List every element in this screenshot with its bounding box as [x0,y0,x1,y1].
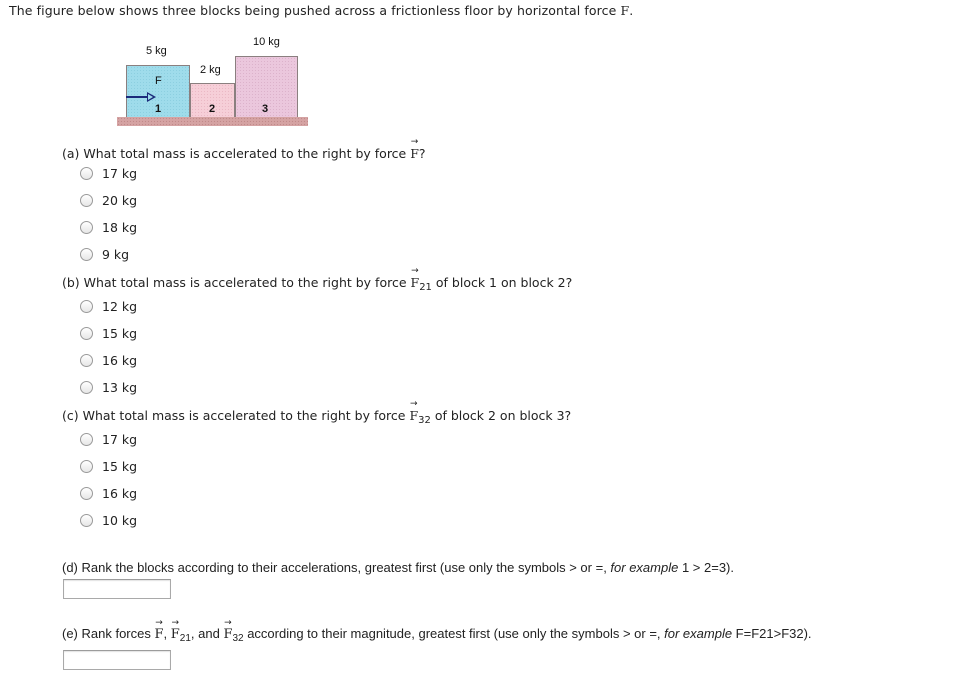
block-3-mass-label: 10 kg [253,36,280,48]
question-b: (b) What total mass is accelerated to th… [62,266,573,293]
option-label: 9 kg [102,247,130,262]
option-label: 15 kg [102,326,138,341]
question-e: (e) Rank forces F, F21, and F32 accordin… [62,618,812,644]
option-b-2[interactable]: 15 kg [80,326,137,341]
force-vector-F21: F [411,266,420,290]
option-label: 10 kg [102,513,138,528]
question-d-text: (d) Rank the blocks according to their a… [62,560,611,575]
block-1-mass-label: 5 kg [146,45,167,57]
option-label: 12 kg [102,299,138,314]
blocks-figure: 5 kg 2 kg 10 kg F 1 2 3 [117,33,309,128]
question-e-body: according to their magnitude, greatest f… [243,626,665,641]
radio-button[interactable] [80,194,93,207]
force-arrow-icon [147,92,156,102]
radio-button[interactable] [80,300,93,313]
question-e-example: F=F21>F32). [732,626,812,641]
option-b-4[interactable]: 13 kg [80,380,137,395]
separator: , and [190,626,224,641]
force-vector-F: F [410,137,419,161]
option-label: 17 kg [102,166,138,181]
force-vector-F32: F [223,618,232,642]
question-a: (a) What total mass is accelerated to th… [62,137,426,161]
radio-button[interactable] [80,381,93,394]
radio-button[interactable] [80,354,93,367]
subscript-21: 21 [419,282,432,293]
subscript-32: 32 [232,633,244,644]
answer-e-input[interactable] [63,650,171,670]
option-label: 16 kg [102,486,138,501]
radio-button[interactable] [80,433,93,446]
answer-d-input[interactable] [63,579,171,599]
block-2-number: 2 [209,103,216,115]
option-label: 13 kg [102,380,138,395]
block-3-number: 3 [262,103,269,115]
option-a-4[interactable]: 9 kg [80,247,129,262]
radio-button[interactable] [80,460,93,473]
question-c-suffix: of block 2 on block 3? [430,408,572,423]
question-d: (d) Rank the blocks according to their a… [62,560,734,575]
separator: , [163,626,171,641]
example-label: for example [664,626,733,641]
force-label: F [155,75,162,87]
option-label: 15 kg [102,459,138,474]
question-e-text: (e) Rank forces [62,626,155,641]
question-b-suffix: of block 1 on block 2? [431,275,573,290]
subscript-32: 32 [418,415,431,426]
option-c-3[interactable]: 16 kg [80,486,137,501]
floor [117,117,308,126]
option-label: 18 kg [102,220,138,235]
radio-button[interactable] [80,514,93,527]
option-a-3[interactable]: 18 kg [80,220,137,235]
option-label: 16 kg [102,353,138,368]
example-label: for example [610,560,679,575]
block-1-number: 1 [155,103,162,115]
force-arrow-shaft [126,96,148,98]
option-b-1[interactable]: 12 kg [80,299,137,314]
radio-button[interactable] [80,248,93,261]
option-c-1[interactable]: 17 kg [80,432,137,447]
option-c-2[interactable]: 15 kg [80,459,137,474]
radio-button[interactable] [80,487,93,500]
option-a-2[interactable]: 20 kg [80,193,137,208]
radio-button[interactable] [80,221,93,234]
subscript-21: 21 [179,633,191,644]
option-label: 17 kg [102,432,138,447]
question-d-example: 1 > 2=3). [678,560,734,575]
intro-sentence: The figure below shows three blocks bein… [9,3,621,18]
block-2-mass-label: 2 kg [200,64,221,76]
question-b-text: (b) What total mass is accelerated to th… [62,275,411,290]
option-a-1[interactable]: 17 kg [80,166,137,181]
radio-button[interactable] [80,327,93,340]
option-b-3[interactable]: 16 kg [80,353,137,368]
question-a-text: (a) What total mass is accelerated to th… [62,146,411,161]
question-c: (c) What total mass is accelerated to th… [62,399,572,426]
force-vector-F: F [154,618,163,642]
option-c-4[interactable]: 10 kg [80,513,137,528]
option-label: 20 kg [102,193,138,208]
intro-period: . [629,3,634,18]
force-vector-symbol: F [620,0,629,18]
radio-button[interactable] [80,167,93,180]
question-c-text: (c) What total mass is accelerated to th… [62,408,410,423]
question-a-suffix: ? [418,146,426,161]
force-vector-F21: F [171,618,180,642]
force-vector-F32: F [409,399,418,423]
intro-text: The figure below shows three blocks bein… [9,0,634,18]
